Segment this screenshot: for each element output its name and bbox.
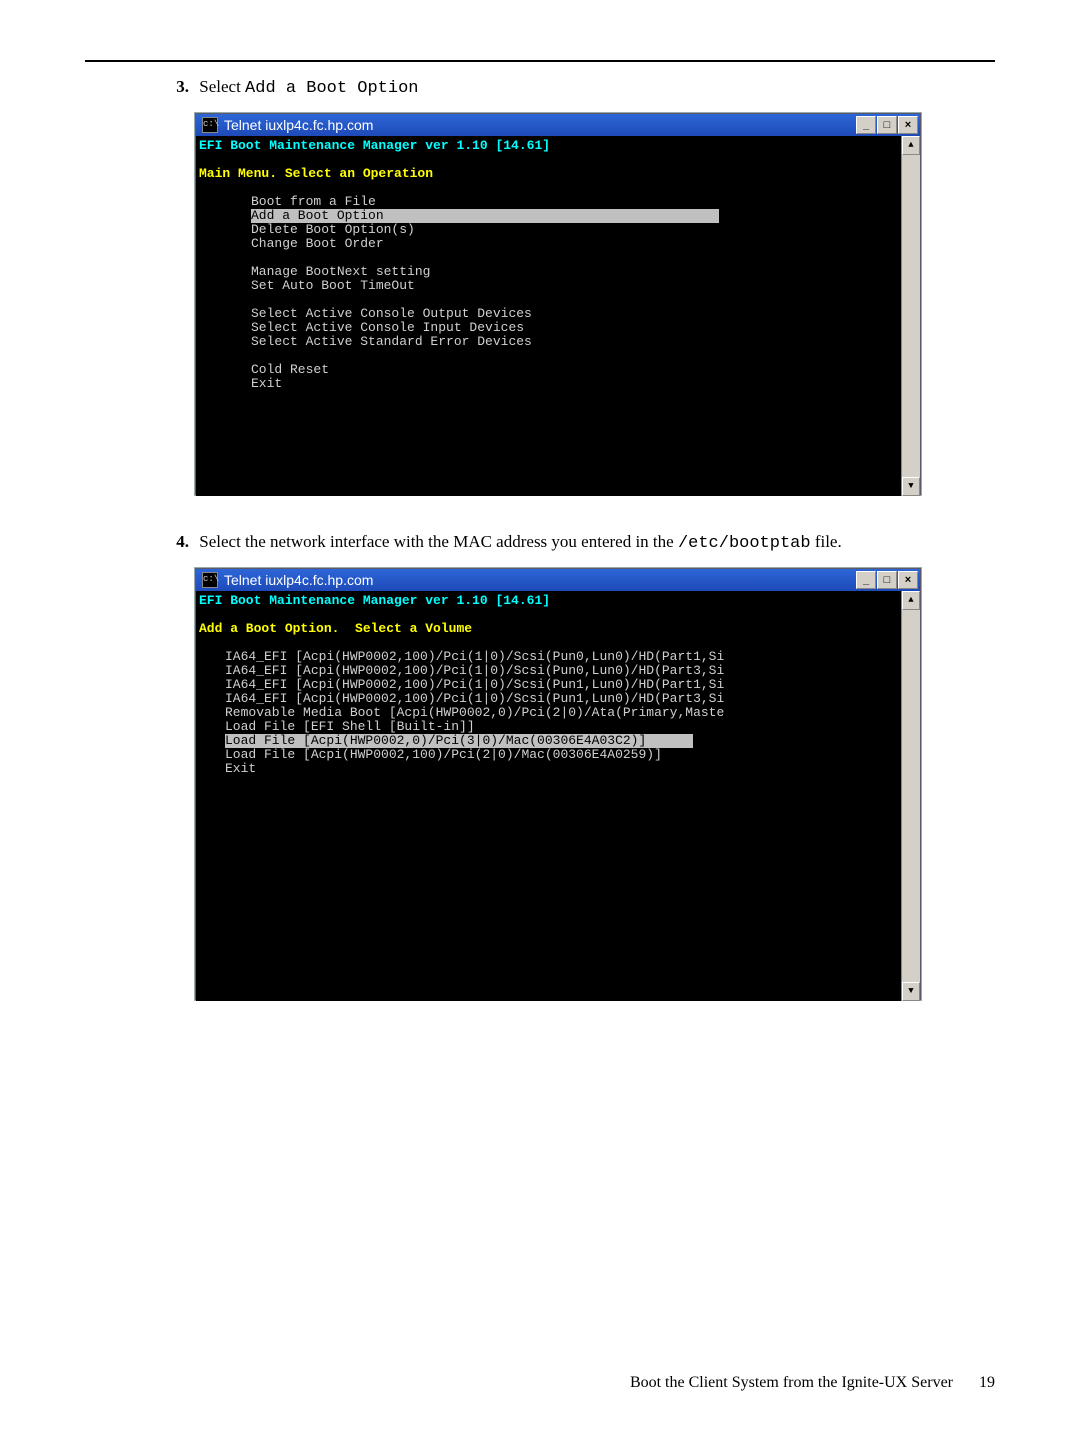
step-4: 4. Select the network interface with the… bbox=[165, 531, 995, 556]
menu-item[interactable]: Select Active Console Input Devices bbox=[199, 321, 920, 335]
menu-item bbox=[199, 293, 920, 307]
efi-subheader: Main Menu. Select an Operation bbox=[199, 167, 920, 181]
menu-item[interactable]: Load File [Acpi(HWP0002,0)/Pci(3|0)/Mac(… bbox=[199, 734, 920, 748]
menu-item[interactable]: Add a Boot Option bbox=[199, 209, 920, 223]
step-4-code: /etc/bootptab bbox=[678, 534, 811, 553]
minimize-button[interactable]: _ bbox=[856, 571, 876, 589]
titlebar-2: c:\ Telnet iuxlp4c.fc.hp.com _ □ × bbox=[196, 569, 920, 591]
step-3-text: Select bbox=[199, 77, 245, 96]
menu-item[interactable]: Exit bbox=[199, 377, 920, 391]
efi-subheader: Add a Boot Option. Select a Volume bbox=[199, 622, 920, 636]
step-3: 3. Select Add a Boot Option bbox=[165, 76, 995, 101]
step-3-num: 3. bbox=[165, 76, 189, 99]
menu-item[interactable]: Manage BootNext setting bbox=[199, 265, 920, 279]
scroll-down-icon[interactable]: ▼ bbox=[902, 982, 920, 1001]
telnet-window-1: c:\ Telnet iuxlp4c.fc.hp.com _ □ × ▲ ▼ E… bbox=[195, 113, 921, 495]
close-button[interactable]: × bbox=[898, 571, 918, 589]
menu-item[interactable]: Cold Reset bbox=[199, 363, 920, 377]
menu-item bbox=[199, 349, 920, 363]
footer-title: Boot the Client System from the Ignite-U… bbox=[630, 1374, 953, 1391]
menu-item[interactable]: Removable Media Boot [Acpi(HWP0002,0)/Pc… bbox=[199, 706, 920, 720]
maximize-button[interactable]: □ bbox=[877, 571, 897, 589]
telnet-window-2: c:\ Telnet iuxlp4c.fc.hp.com _ □ × ▲ ▼ E… bbox=[195, 568, 921, 1000]
app-icon: c:\ bbox=[202, 117, 218, 133]
scrollbar-2[interactable]: ▲ ▼ bbox=[901, 591, 920, 1001]
efi-header: EFI Boot Maintenance Manager ver 1.10 [1… bbox=[199, 139, 920, 153]
titlebar-1: c:\ Telnet iuxlp4c.fc.hp.com _ □ × bbox=[196, 114, 920, 136]
menu-item[interactable]: Select Active Console Output Devices bbox=[199, 307, 920, 321]
window-title-1: Telnet iuxlp4c.fc.hp.com bbox=[224, 118, 373, 132]
page-footer: Boot the Client System from the Ignite-U… bbox=[0, 1374, 995, 1392]
terminal-body-1: ▲ ▼ EFI Boot Maintenance Manager ver 1.1… bbox=[196, 136, 920, 496]
menu-item bbox=[199, 251, 920, 265]
minimize-button[interactable]: _ bbox=[856, 116, 876, 134]
page-number: 19 bbox=[979, 1374, 995, 1392]
page-rule bbox=[85, 60, 995, 62]
window-controls-2: _ □ × bbox=[855, 571, 918, 589]
menu-item[interactable]: Change Boot Order bbox=[199, 237, 920, 251]
menu-item[interactable]: Select Active Standard Error Devices bbox=[199, 335, 920, 349]
window-title-2: Telnet iuxlp4c.fc.hp.com bbox=[224, 573, 373, 587]
menu-item[interactable]: IA64_EFI [Acpi(HWP0002,100)/Pci(1|0)/Scs… bbox=[199, 692, 920, 706]
step-3-code: Add a Boot Option bbox=[245, 79, 418, 98]
selected-item[interactable]: Add a Boot Option bbox=[251, 209, 719, 223]
maximize-button[interactable]: □ bbox=[877, 116, 897, 134]
scrollbar-1[interactable]: ▲ ▼ bbox=[901, 136, 920, 496]
menu-item[interactable]: Load File [Acpi(HWP0002,100)/Pci(2|0)/Ma… bbox=[199, 748, 920, 762]
scroll-up-icon[interactable]: ▲ bbox=[902, 136, 920, 155]
app-icon: c:\ bbox=[202, 572, 218, 588]
selected-item[interactable]: Load File [Acpi(HWP0002,0)/Pci(3|0)/Mac(… bbox=[225, 734, 693, 748]
efi-header: EFI Boot Maintenance Manager ver 1.10 [1… bbox=[199, 594, 920, 608]
window-controls-1: _ □ × bbox=[855, 116, 918, 134]
menu-item[interactable]: Set Auto Boot TimeOut bbox=[199, 279, 920, 293]
menu-item[interactable]: Boot from a File bbox=[199, 195, 920, 209]
menu-item[interactable]: IA64_EFI [Acpi(HWP0002,100)/Pci(1|0)/Scs… bbox=[199, 650, 920, 664]
menu-item[interactable]: IA64_EFI [Acpi(HWP0002,100)/Pci(1|0)/Scs… bbox=[199, 678, 920, 692]
scroll-down-icon[interactable]: ▼ bbox=[902, 477, 920, 496]
menu-item[interactable]: IA64_EFI [Acpi(HWP0002,100)/Pci(1|0)/Scs… bbox=[199, 664, 920, 678]
step-4-textA: Select the network interface with the MA… bbox=[199, 532, 678, 551]
terminal-body-2: ▲ ▼ EFI Boot Maintenance Manager ver 1.1… bbox=[196, 591, 920, 1001]
step-4-num: 4. bbox=[165, 531, 189, 554]
step-4-textB: file. bbox=[811, 532, 842, 551]
menu-item[interactable]: Exit bbox=[199, 762, 920, 776]
menu-item[interactable]: Delete Boot Option(s) bbox=[199, 223, 920, 237]
scroll-up-icon[interactable]: ▲ bbox=[902, 591, 920, 610]
menu-item[interactable]: Load File [EFI Shell [Built-in]] bbox=[199, 720, 920, 734]
close-button[interactable]: × bbox=[898, 116, 918, 134]
